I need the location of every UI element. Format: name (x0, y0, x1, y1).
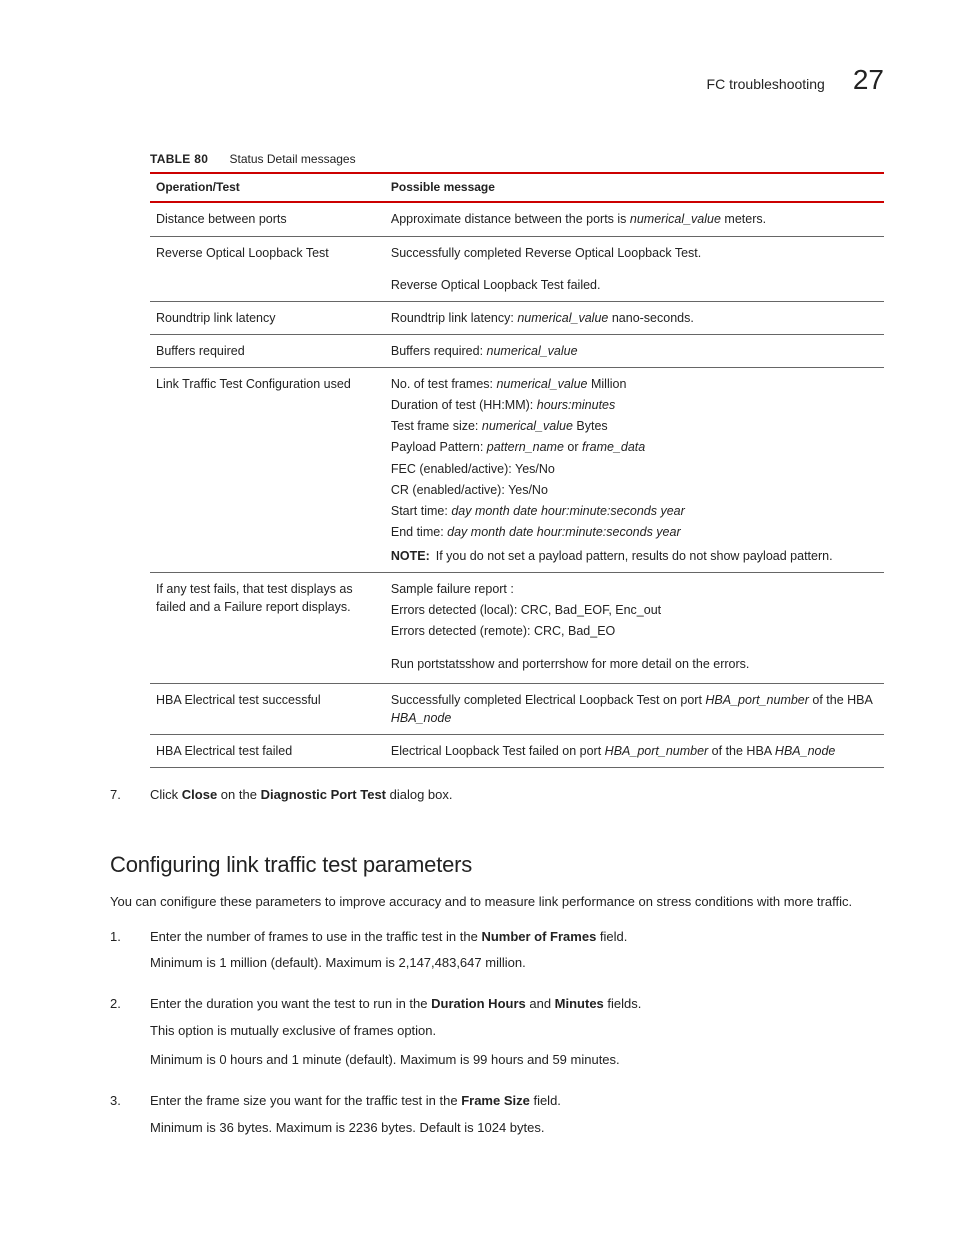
header-title: FC troubleshooting (707, 74, 825, 94)
step-7: 7. Click Close on the Diagnostic Port Te… (110, 786, 884, 815)
section-intro: You can conifigure these parameters to i… (110, 893, 884, 912)
cell-msg: Roundtrip link latency: numerical_value … (385, 301, 884, 334)
table-row: If any test fails, that test displays as… (150, 573, 884, 684)
cell-msg: Successfully completed Reverse Optical L… (385, 236, 884, 269)
note-text: If you do not set a payload pattern, res… (436, 547, 833, 565)
table-row: Link Traffic Test Configuration used No.… (150, 368, 884, 573)
cell-msg: Sample failure report : Errors detected … (385, 573, 884, 684)
cell-op: HBA Electrical test successful (150, 683, 385, 734)
cell-op: Link Traffic Test Configuration used (150, 368, 385, 573)
cell-msg: Reverse Optical Loopback Test failed. (385, 269, 884, 302)
step-number: 7. (110, 786, 150, 815)
cell-op: If any test fails, that test displays as… (150, 573, 385, 684)
note-label: NOTE: (391, 547, 430, 565)
col-message: Possible message (385, 173, 884, 202)
status-table: Operation/Test Possible message Distance… (150, 172, 884, 768)
table-row: HBA Electrical test successful Successfu… (150, 683, 884, 734)
cell-op: Distance between ports (150, 202, 385, 236)
cell-op: Roundtrip link latency (150, 301, 385, 334)
cell-op: HBA Electrical test failed (150, 734, 385, 767)
table-caption: TABLE 80 Status Detail messages (150, 151, 884, 168)
cell-msg: No. of test frames: numerical_value Mill… (385, 368, 884, 573)
table-row: Buffers required Buffers required: numer… (150, 334, 884, 367)
section-heading: Configuring link traffic test parameters (110, 849, 884, 881)
cell-msg: Electrical Loopback Test failed on port … (385, 734, 884, 767)
table-caption-text: Status Detail messages (230, 152, 356, 166)
cell-msg: Successfully completed Electrical Loopba… (385, 683, 884, 734)
cell-op (150, 269, 385, 302)
step-number: 2. (110, 995, 150, 1080)
page-header: FC troubleshooting 27 (110, 60, 884, 101)
table-row: Distance between ports Approximate dista… (150, 202, 884, 236)
cell-op: Reverse Optical Loopback Test (150, 236, 385, 269)
header-page-number: 27 (853, 60, 884, 101)
cell-msg: Buffers required: numerical_value (385, 334, 884, 367)
step-number: 1. (110, 928, 150, 984)
cell-msg: Approximate distance between the ports i… (385, 202, 884, 236)
cell-op: Buffers required (150, 334, 385, 367)
step-number: 3. (110, 1092, 150, 1148)
table-row: Reverse Optical Loopback Test Successful… (150, 236, 884, 269)
table-row: Roundtrip link latency Roundtrip link la… (150, 301, 884, 334)
note: NOTE: If you do not set a payload patter… (391, 547, 878, 565)
step-1: 1. Enter the number of frames to use in … (110, 928, 884, 984)
table-label: TABLE 80 (150, 152, 208, 166)
step-3: 3. Enter the frame size you want for the… (110, 1092, 884, 1148)
step-2: 2. Enter the duration you want the test … (110, 995, 884, 1080)
table-row: Reverse Optical Loopback Test failed. (150, 269, 884, 302)
table-row: HBA Electrical test failed Electrical Lo… (150, 734, 884, 767)
col-operation: Operation/Test (150, 173, 385, 202)
